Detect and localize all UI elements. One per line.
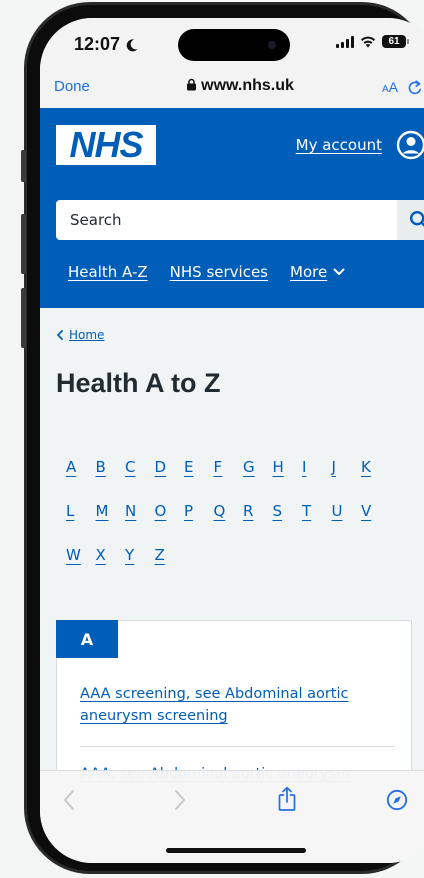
volume-up-button	[21, 214, 26, 274]
primary-nav: Health A-Z NHS services More	[68, 263, 345, 281]
nhs-header: NHS My account Search Health A-Z NHS ser…	[40, 108, 424, 308]
phone-screen: 12:07 61 Done www.nhs.uk AA NHS My accou…	[40, 18, 424, 863]
az-letter-i[interactable]: I	[302, 458, 332, 476]
az-letter-l[interactable]: L	[66, 502, 96, 520]
breadcrumb-home-link[interactable]: Home	[69, 328, 104, 342]
breadcrumb: Home	[56, 328, 104, 342]
page-title: Health A to Z	[56, 368, 221, 398]
az-letter-r[interactable]: R	[243, 502, 273, 520]
az-letter-t[interactable]: T	[302, 502, 332, 520]
lock-icon	[187, 78, 197, 91]
az-row-1: A B C D E F G H I J K	[66, 458, 391, 476]
text-size-button[interactable]: AA	[382, 79, 398, 95]
az-letter-u[interactable]: U	[332, 502, 362, 520]
search-icon	[409, 210, 424, 228]
url-display[interactable]: www.nhs.uk	[40, 77, 424, 95]
time-text: 12:07	[74, 34, 121, 54]
az-letter-g[interactable]: G	[243, 458, 273, 476]
az-letter-d[interactable]: D	[155, 458, 185, 476]
chevron-left-icon	[57, 330, 63, 340]
front-camera	[268, 41, 276, 49]
action-button	[21, 150, 26, 182]
az-letter-e[interactable]: E	[184, 458, 214, 476]
az-letter-c[interactable]: C	[125, 458, 155, 476]
chevron-down-icon	[333, 268, 345, 275]
dynamic-island	[178, 29, 290, 61]
status-bar: 12:07 61	[40, 18, 424, 70]
az-letter-b[interactable]: B	[96, 458, 126, 476]
az-letter-k[interactable]: K	[361, 458, 391, 476]
az-letter-s[interactable]: S	[273, 502, 303, 520]
az-row-3: W X Y Z	[66, 546, 184, 564]
page-content: Home Health A to Z A B C D E F G H I J K…	[40, 308, 424, 820]
search-input[interactable]: Search	[56, 200, 412, 240]
az-letter-h[interactable]: H	[273, 458, 303, 476]
account-icon[interactable]	[396, 130, 424, 160]
url-text: www.nhs.uk	[201, 77, 294, 94]
reload-icon[interactable]	[406, 79, 424, 97]
forward-icon[interactable]	[173, 789, 187, 811]
browser-address-bar: Done www.nhs.uk AA	[40, 70, 424, 108]
search-button[interactable]	[397, 200, 424, 240]
compass-icon[interactable]	[386, 789, 408, 811]
az-letter-y[interactable]: Y	[125, 546, 155, 564]
az-letter-a[interactable]: A	[66, 458, 96, 476]
status-icons: 61	[336, 35, 409, 48]
wifi-icon	[361, 36, 375, 47]
az-letter-z[interactable]: Z	[155, 546, 185, 564]
share-icon[interactable]	[277, 786, 297, 812]
az-letter-q[interactable]: Q	[214, 502, 244, 520]
back-icon[interactable]	[62, 789, 76, 811]
battery-level: 61	[388, 36, 400, 47]
az-letter-x[interactable]: X	[96, 546, 126, 564]
status-time: 12:07	[74, 34, 139, 55]
cellular-signal-icon	[336, 35, 354, 48]
az-row-2: L M N O P Q R S T U V	[66, 502, 391, 520]
az-letter-o[interactable]: O	[155, 502, 185, 520]
focus-moon-icon	[126, 39, 138, 52]
az-letter-f[interactable]: F	[214, 458, 244, 476]
divider	[80, 746, 395, 747]
nav-nhs-services[interactable]: NHS services	[170, 263, 268, 281]
nhs-logo[interactable]: NHS	[56, 125, 156, 165]
nav-more-label: More	[290, 263, 328, 281]
nav-health-az[interactable]: Health A-Z	[68, 263, 148, 281]
home-indicator	[166, 848, 306, 853]
az-letter-j[interactable]: J	[332, 458, 362, 476]
az-letter-v[interactable]: V	[361, 502, 391, 520]
my-account-link[interactable]: My account	[296, 136, 382, 154]
az-letter-p[interactable]: P	[184, 502, 214, 520]
volume-down-button	[21, 288, 26, 348]
az-letter-w[interactable]: W	[66, 546, 96, 564]
nav-more[interactable]: More	[290, 263, 345, 281]
az-letter-n[interactable]: N	[125, 502, 155, 520]
battery-icon: 61	[382, 35, 409, 48]
az-letter-m[interactable]: M	[96, 502, 126, 520]
condition-link[interactable]: AAA screening, see Abdominal aortic aneu…	[80, 683, 390, 727]
section-letter-heading: A	[56, 620, 118, 658]
